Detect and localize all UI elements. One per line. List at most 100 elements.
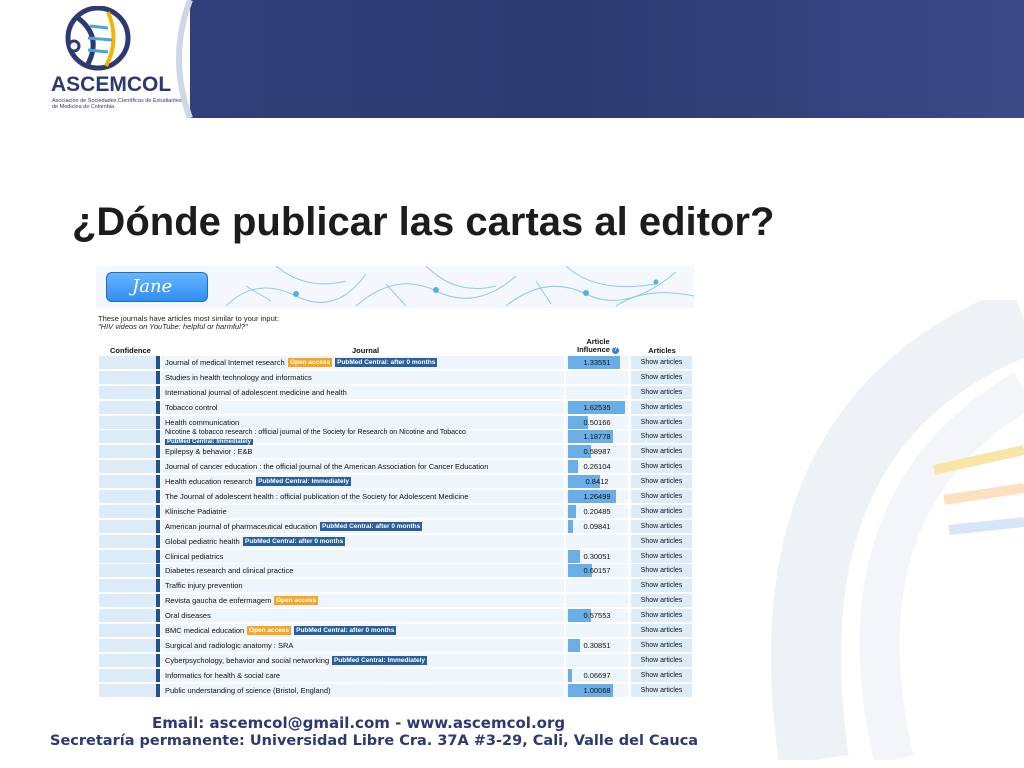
show-articles-button[interactable]: Show articles <box>631 445 692 459</box>
journal-name[interactable]: Klinische Padiatrie <box>165 507 227 516</box>
journal-name[interactable]: Revista gaucha de enfermagem <box>165 596 271 605</box>
confidence-cell <box>99 564 158 578</box>
confidence-bar <box>156 519 160 533</box>
show-articles-button[interactable]: Show articles <box>631 400 692 414</box>
show-articles-button[interactable]: Show articles <box>631 519 692 533</box>
journal-name[interactable]: International journal of adolescent medi… <box>165 388 347 397</box>
journal-name[interactable]: American journal of pharmaceutical educa… <box>165 522 317 531</box>
show-articles-button[interactable]: Show articles <box>631 668 692 682</box>
journal-name[interactable]: Diabetes research and clinical practice <box>165 566 293 575</box>
show-articles-button[interactable]: Show articles <box>631 370 692 384</box>
confidence-bar <box>156 356 160 369</box>
show-articles-button[interactable]: Show articles <box>631 594 692 608</box>
column-header-article-influence[interactable]: Article Influence ? <box>568 338 628 354</box>
journal-badges: Open access PubMed Central: after 0 month… <box>247 625 399 636</box>
article-influence-value: 0.30851 <box>583 640 611 650</box>
confidence-cell <box>99 385 158 399</box>
show-articles-button[interactable]: Show articles <box>631 415 692 429</box>
journal-name[interactable]: Journal of medical Internet research <box>165 358 285 367</box>
article-influence-value: 1.62535 <box>583 402 611 412</box>
journal-name[interactable]: Health education research <box>165 477 253 486</box>
header-band: ASCEMCOL Asociación de Sociedades Cientí… <box>0 0 1024 118</box>
journal-name[interactable]: Health communication <box>165 418 239 427</box>
journal-name[interactable]: Informatics for health & social care <box>165 671 280 680</box>
show-articles-button[interactable]: Show articles <box>631 638 692 652</box>
show-articles-button[interactable]: Show articles <box>631 683 692 697</box>
article-influence-value: 0.06697 <box>583 670 611 680</box>
pubmed-central-badge: PubMed Central: Immediately <box>332 655 428 665</box>
journal-name[interactable]: Tobacco control <box>165 403 218 412</box>
article-influence-value: 0.57553 <box>583 611 611 621</box>
confidence-bar <box>156 385 160 399</box>
table-row: BMC medical education Open access PubMed C… <box>96 623 694 638</box>
show-articles-button[interactable]: Show articles <box>631 564 692 578</box>
show-articles-button[interactable]: Show articles <box>631 534 692 548</box>
journal-name[interactable]: Clinical pediatrics <box>165 552 223 561</box>
journal-name[interactable]: Cyberpsychology, behavior and social net… <box>165 656 329 665</box>
show-articles-button[interactable]: Show articles <box>631 653 692 667</box>
table-row: Health education research PubMed Central:… <box>96 474 694 489</box>
article-influence-cell <box>566 370 628 384</box>
journal-name[interactable]: Journal of cancer education : the offici… <box>165 462 488 471</box>
journal-name[interactable]: Surgical and radiologic anatomy : SRA <box>165 641 293 650</box>
show-articles-button[interactable]: Show articles <box>631 475 692 489</box>
journal-name[interactable]: Nicotine & tobacco research : official j… <box>165 429 466 436</box>
table-row: Surgical and radiologic anatomy : SRA 0.3… <box>96 638 694 653</box>
confidence-cell <box>99 683 158 697</box>
pubmed-central-badge: PubMed Central: after 0 months <box>320 521 423 531</box>
confidence-bar <box>156 683 160 697</box>
show-articles-button[interactable]: Show articles <box>631 385 692 399</box>
jane-banner: Jane <box>96 266 694 308</box>
confidence-cell <box>99 445 158 459</box>
show-articles-button[interactable]: Show articles <box>631 609 692 623</box>
confidence-cell <box>99 668 158 682</box>
confidence-cell <box>99 534 158 548</box>
confidence-cell <box>99 624 158 638</box>
show-articles-button[interactable]: Show articles <box>631 430 692 444</box>
info-icon[interactable]: ? <box>612 346 620 354</box>
confidence-bar <box>156 579 160 593</box>
column-header-confidence[interactable]: Confidence <box>110 346 151 355</box>
journal-name[interactable]: The Journal of adolescent health : offic… <box>165 492 468 501</box>
table-row: Nicotine & tobacco research : official j… <box>96 429 694 447</box>
journal-name[interactable]: Global pediatric health <box>165 537 240 546</box>
pubmed-central-badge: PubMed Central: Immediately <box>256 477 352 487</box>
article-influence-value: 0.60157 <box>583 566 611 576</box>
article-influence-cell <box>566 534 628 548</box>
confidence-cell <box>99 490 158 504</box>
journal-name[interactable]: Oral diseases <box>165 611 211 620</box>
slide-title: ¿Dónde publicar las cartas al editor? <box>72 200 775 244</box>
journal-name[interactable]: BMC medical education <box>165 626 244 635</box>
confidence-cell <box>99 638 158 652</box>
show-articles-button[interactable]: Show articles <box>631 579 692 593</box>
journal-badges: Open access PubMed Central: after 0 month… <box>288 357 440 367</box>
jane-logo-button[interactable]: Jane <box>106 272 208 302</box>
table-row: Journal of medical Internet research Open… <box>96 355 694 370</box>
confidence-bar <box>156 549 160 563</box>
article-influence-value: 1.33551 <box>583 358 611 367</box>
confidence-cell <box>99 430 158 444</box>
article-influence-value: 1.18778 <box>583 432 611 442</box>
show-articles-button[interactable]: Show articles <box>631 504 692 518</box>
show-articles-button[interactable]: Show articles <box>631 549 692 563</box>
article-influence-cell <box>566 385 628 399</box>
confidence-bar <box>156 445 160 459</box>
column-header-journal[interactable]: Journal <box>352 346 379 355</box>
journal-name[interactable]: Studies in health technology and informa… <box>165 373 312 382</box>
show-articles-button[interactable]: Show articles <box>631 490 692 504</box>
pubmed-central-badge: PubMed Central: after 0 months <box>243 536 346 546</box>
journal-name[interactable]: Traffic injury prevention <box>165 581 243 590</box>
journal-name[interactable]: Public understanding of science (Bristol… <box>165 686 331 695</box>
confidence-cell <box>99 370 158 384</box>
journal-name[interactable]: Epilepsy & behavior : E&B <box>165 447 253 456</box>
table-row: Epilepsy & behavior : E&B 0.58987 Show art… <box>96 444 694 459</box>
open-access-badge: Open access <box>247 626 292 636</box>
confidence-cell <box>99 415 158 429</box>
article-influence-value: 0.8412 <box>585 477 609 487</box>
show-articles-button[interactable]: Show articles <box>631 356 692 369</box>
show-articles-button[interactable]: Show articles <box>631 624 692 638</box>
journal-badges: PubMed Central: after 0 months <box>320 521 425 531</box>
show-articles-button[interactable]: Show articles <box>631 460 692 474</box>
table-row: Clinical pediatrics 0.30051 Show articles <box>96 549 694 564</box>
footer-address-line: Secretaría permanente: Universidad Libre… <box>50 733 699 749</box>
